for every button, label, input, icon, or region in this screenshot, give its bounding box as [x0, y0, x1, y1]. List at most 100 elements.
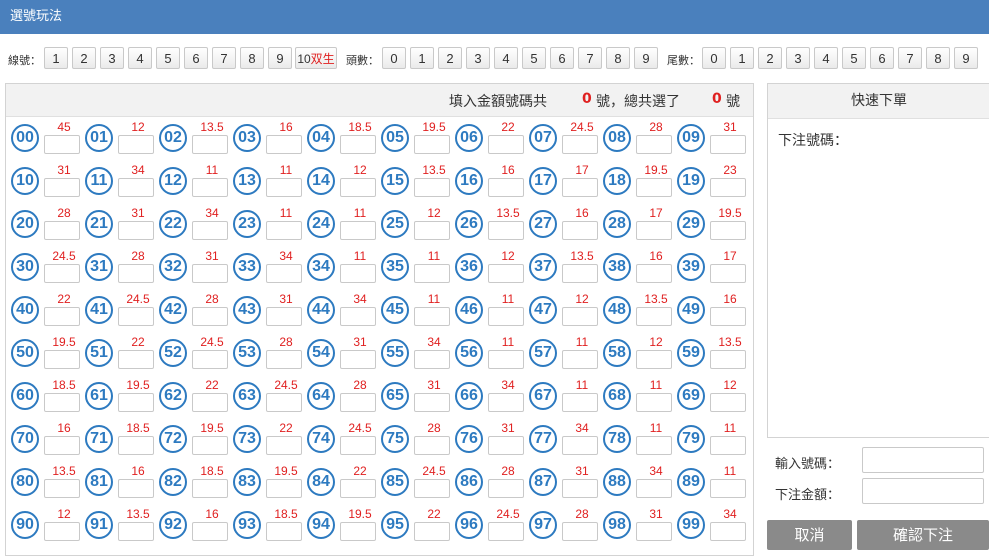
amount-input-23[interactable]	[266, 221, 302, 240]
amount-input-29[interactable]	[710, 221, 746, 240]
number-ball-46[interactable]: 46	[455, 296, 483, 324]
amount-input-16[interactable]	[488, 178, 524, 197]
number-ball-57[interactable]: 57	[529, 339, 557, 367]
number-ball-64[interactable]: 64	[307, 382, 335, 410]
number-ball-83[interactable]: 83	[233, 468, 261, 496]
amount-input-68[interactable]	[636, 393, 672, 412]
number-ball-44[interactable]: 44	[307, 296, 335, 324]
amount-input-56[interactable]	[488, 350, 524, 369]
amount-input-38[interactable]	[636, 264, 672, 283]
amount-input-52[interactable]	[192, 350, 228, 369]
amount-input-34[interactable]	[340, 264, 376, 283]
number-ball-12[interactable]: 12	[159, 167, 187, 195]
amount-input-41[interactable]	[118, 307, 154, 326]
amount-input-94[interactable]	[340, 522, 376, 541]
number-ball-28[interactable]: 28	[603, 210, 631, 238]
number-ball-81[interactable]: 81	[85, 468, 113, 496]
number-ball-68[interactable]: 68	[603, 382, 631, 410]
number-ball-50[interactable]: 50	[11, 339, 39, 367]
amount-input-90[interactable]	[44, 522, 80, 541]
line-button-3[interactable]: 3	[100, 47, 124, 69]
amount-input-58[interactable]	[636, 350, 672, 369]
line-button-4[interactable]: 4	[128, 47, 152, 69]
amount-input-77[interactable]	[562, 436, 598, 455]
number-ball-24[interactable]: 24	[307, 210, 335, 238]
amount-input-37[interactable]	[562, 264, 598, 283]
confirm-bet-button[interactable]: 確認下注	[857, 520, 989, 550]
number-ball-39[interactable]: 39	[677, 253, 705, 281]
amount-input-95[interactable]	[414, 522, 450, 541]
number-ball-14[interactable]: 14	[307, 167, 335, 195]
amount-input-64[interactable]	[340, 393, 376, 412]
amount-input-63[interactable]	[266, 393, 302, 412]
number-ball-48[interactable]: 48	[603, 296, 631, 324]
head-button-3[interactable]: 3	[466, 47, 490, 69]
number-ball-31[interactable]: 31	[85, 253, 113, 281]
number-ball-86[interactable]: 86	[455, 468, 483, 496]
number-ball-91[interactable]: 91	[85, 511, 113, 539]
amount-input-49[interactable]	[710, 307, 746, 326]
amount-input-35[interactable]	[414, 264, 450, 283]
number-ball-60[interactable]: 60	[11, 382, 39, 410]
amount-input-15[interactable]	[414, 178, 450, 197]
amount-input-74[interactable]	[340, 436, 376, 455]
tail-button-3[interactable]: 3	[786, 47, 810, 69]
number-ball-85[interactable]: 85	[381, 468, 409, 496]
amount-input-03[interactable]	[266, 135, 302, 154]
number-ball-04[interactable]: 04	[307, 124, 335, 152]
amount-input-43[interactable]	[266, 307, 302, 326]
amount-input-83[interactable]	[266, 479, 302, 498]
number-ball-89[interactable]: 89	[677, 468, 705, 496]
amount-input-26[interactable]	[488, 221, 524, 240]
amount-input-48[interactable]	[636, 307, 672, 326]
amount-input-21[interactable]	[118, 221, 154, 240]
number-ball-11[interactable]: 11	[85, 167, 113, 195]
number-ball-34[interactable]: 34	[307, 253, 335, 281]
number-ball-45[interactable]: 45	[381, 296, 409, 324]
amount-input-10[interactable]	[44, 178, 80, 197]
tail-button-1[interactable]: 1	[730, 47, 754, 69]
number-ball-92[interactable]: 92	[159, 511, 187, 539]
number-ball-84[interactable]: 84	[307, 468, 335, 496]
amount-input-80[interactable]	[44, 479, 80, 498]
number-ball-03[interactable]: 03	[233, 124, 261, 152]
amount-input-04[interactable]	[340, 135, 376, 154]
number-ball-41[interactable]: 41	[85, 296, 113, 324]
number-ball-29[interactable]: 29	[677, 210, 705, 238]
number-ball-10[interactable]: 10	[11, 167, 39, 195]
number-ball-43[interactable]: 43	[233, 296, 261, 324]
number-ball-66[interactable]: 66	[455, 382, 483, 410]
number-ball-80[interactable]: 80	[11, 468, 39, 496]
tail-button-6[interactable]: 6	[870, 47, 894, 69]
number-ball-63[interactable]: 63	[233, 382, 261, 410]
number-ball-01[interactable]: 01	[85, 124, 113, 152]
number-ball-25[interactable]: 25	[381, 210, 409, 238]
amount-input-42[interactable]	[192, 307, 228, 326]
number-ball-73[interactable]: 73	[233, 425, 261, 453]
amount-input-50[interactable]	[44, 350, 80, 369]
amount-input-20[interactable]	[44, 221, 80, 240]
number-ball-06[interactable]: 06	[455, 124, 483, 152]
number-ball-42[interactable]: 42	[159, 296, 187, 324]
number-ball-38[interactable]: 38	[603, 253, 631, 281]
number-ball-65[interactable]: 65	[381, 382, 409, 410]
amount-input-01[interactable]	[118, 135, 154, 154]
amount-input-33[interactable]	[266, 264, 302, 283]
amount-input-36[interactable]	[488, 264, 524, 283]
amount-input-88[interactable]	[636, 479, 672, 498]
amount-input-14[interactable]	[340, 178, 376, 197]
number-ball-71[interactable]: 71	[85, 425, 113, 453]
amount-input-27[interactable]	[562, 221, 598, 240]
line-button-5[interactable]: 5	[156, 47, 180, 69]
number-ball-23[interactable]: 23	[233, 210, 261, 238]
amount-input-46[interactable]	[488, 307, 524, 326]
amount-input-97[interactable]	[562, 522, 598, 541]
number-ball-02[interactable]: 02	[159, 124, 187, 152]
number-ball-88[interactable]: 88	[603, 468, 631, 496]
amount-input-89[interactable]	[710, 479, 746, 498]
amount-input-76[interactable]	[488, 436, 524, 455]
number-ball-62[interactable]: 62	[159, 382, 187, 410]
number-ball-36[interactable]: 36	[455, 253, 483, 281]
amount-input-54[interactable]	[340, 350, 376, 369]
amount-input-51[interactable]	[118, 350, 154, 369]
